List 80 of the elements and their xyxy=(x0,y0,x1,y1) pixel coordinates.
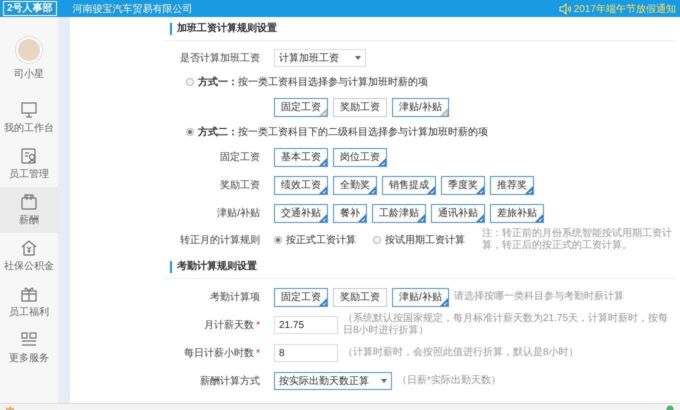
sidebar-item[interactable]: 员工管理 xyxy=(0,141,58,187)
option-chip[interactable]: 差旅补贴 xyxy=(490,204,544,222)
note-text: 注：转正前的月份系统智能按试用期工资计算，转正后的按正式的工资计算。 xyxy=(482,228,673,252)
option-chip[interactable]: 绩效工资 xyxy=(274,176,328,194)
option-chip[interactable]: 销售提成 xyxy=(382,176,436,194)
field-label: 是否计算加班工资 xyxy=(180,53,260,64)
field-label: 津贴/补贴 xyxy=(217,208,260,219)
hint-text: 请选择按哪一类科目参与考勤时薪计算 xyxy=(454,291,625,303)
checkmark-corner-icon xyxy=(358,214,366,222)
input-field[interactable]: 8 xyxy=(274,344,338,362)
field-label: 每日计薪小时数 xyxy=(184,348,254,359)
caret-icon xyxy=(381,379,387,383)
wallet-icon xyxy=(20,193,38,211)
dropdown[interactable]: 计算加班工资 xyxy=(274,49,366,67)
user-name: 司小星 xyxy=(14,68,44,81)
option-label: 方式一：按一类工资科目选择参与计算加班时薪的项 xyxy=(198,75,428,89)
checkmark-corner-icon xyxy=(319,158,327,166)
dropdown[interactable]: 按实际出勤天数正算 xyxy=(274,372,392,390)
checkmark-corner-icon xyxy=(476,186,484,194)
required-mark: * xyxy=(256,348,260,359)
option-label: 按试用期工资计算 xyxy=(385,234,465,247)
section-title: 考勤计算规则设置 xyxy=(170,261,675,273)
option-label: 方式二：按一类工资科目下的二级科目选择参与计算加班时薪的项 xyxy=(198,125,488,139)
sidebar-item[interactable]: 社保公积金 xyxy=(0,233,58,279)
sidebar-item[interactable]: 我的工作台 xyxy=(0,95,58,141)
hint-text: （系统默认按国家规定，每月标准计薪天数为21.75天，计算时薪时，按每日8小时进行折算） xyxy=(343,313,670,337)
option-chip[interactable]: 津贴/补贴 xyxy=(392,288,449,306)
monitor-icon xyxy=(20,101,38,119)
radio-button[interactable] xyxy=(373,236,381,244)
checkmark-corner-icon xyxy=(368,186,376,194)
option-chip[interactable]: 津贴/补贴 xyxy=(392,98,449,116)
radio-button[interactable] xyxy=(274,236,282,244)
field-label: 奖励工资 xyxy=(220,180,260,191)
option-chip[interactable]: 工龄津贴 xyxy=(372,204,426,222)
logo: 2号人事部 xyxy=(3,1,57,16)
option-chip[interactable]: 基本工资 xyxy=(274,148,328,166)
option-chip[interactable]: 固定工资 xyxy=(274,288,328,306)
sidebar-item[interactable]: 薪酬 xyxy=(0,187,58,233)
checkmark-corner-icon xyxy=(427,186,435,194)
sidebar-item[interactable]: 员工福利 xyxy=(0,279,58,325)
checkmark-corner-icon xyxy=(525,186,533,194)
field-label: 薪酬计算方式 xyxy=(200,376,260,387)
profile-card-icon xyxy=(20,147,38,165)
option-chip[interactable]: 奖励工资 xyxy=(333,288,387,306)
option-chip[interactable]: 交通补贴 xyxy=(274,204,328,222)
speaker-icon xyxy=(558,2,571,14)
caret-icon xyxy=(355,56,361,60)
checkmark-corner-icon xyxy=(319,298,327,306)
house-icon xyxy=(20,239,38,257)
option-label: 按正式工资计算 xyxy=(286,234,356,247)
checkmark-corner-icon xyxy=(319,214,327,222)
radio-button[interactable] xyxy=(186,78,194,86)
section-title: 加班工资计算规则设置 xyxy=(170,23,675,35)
avatar xyxy=(16,37,42,63)
option-chip[interactable]: 岗位工资 xyxy=(333,148,387,166)
checkmark-corner-icon xyxy=(378,158,386,166)
option-chip[interactable]: 季度奖 xyxy=(441,176,485,194)
hint-text: （计算时薪时，会按照此值进行折算，默认是8小时） xyxy=(343,347,580,359)
checkmark-corner-icon xyxy=(535,214,543,222)
option-chip[interactable]: 餐补 xyxy=(333,204,367,222)
option-chip[interactable]: 推荐奖 xyxy=(490,176,534,194)
sidebar-item[interactable]: 更多服务 xyxy=(0,325,58,371)
field-label: 考勤计算项 xyxy=(210,292,260,303)
checkmark-corner-icon xyxy=(417,214,425,222)
hint-text: （日薪*实际出勤天数） xyxy=(397,375,502,387)
checkmark-corner-icon xyxy=(319,186,327,194)
gift-icon xyxy=(20,285,38,303)
radio-button[interactable] xyxy=(186,128,194,136)
checkmark-corner-icon xyxy=(476,214,484,222)
company-name: 河南骏宝汽车贸易有限公司 xyxy=(72,2,193,16)
option-chip[interactable]: 固定工资 xyxy=(274,98,328,116)
required-mark: * xyxy=(256,320,260,331)
option-chip[interactable]: 通讯补贴 xyxy=(431,204,485,222)
option-chip[interactable]: 奖励工资 xyxy=(333,98,387,116)
field-label: 转正月的计算规则 xyxy=(180,235,260,246)
checkmark-corner-icon xyxy=(319,108,327,116)
field-label: 固定工资 xyxy=(220,152,260,163)
field-label: 月计薪天数 xyxy=(204,320,254,331)
option-chip[interactable]: 全勤奖 xyxy=(333,176,377,194)
input-field[interactable]: 21.75 xyxy=(274,316,338,334)
